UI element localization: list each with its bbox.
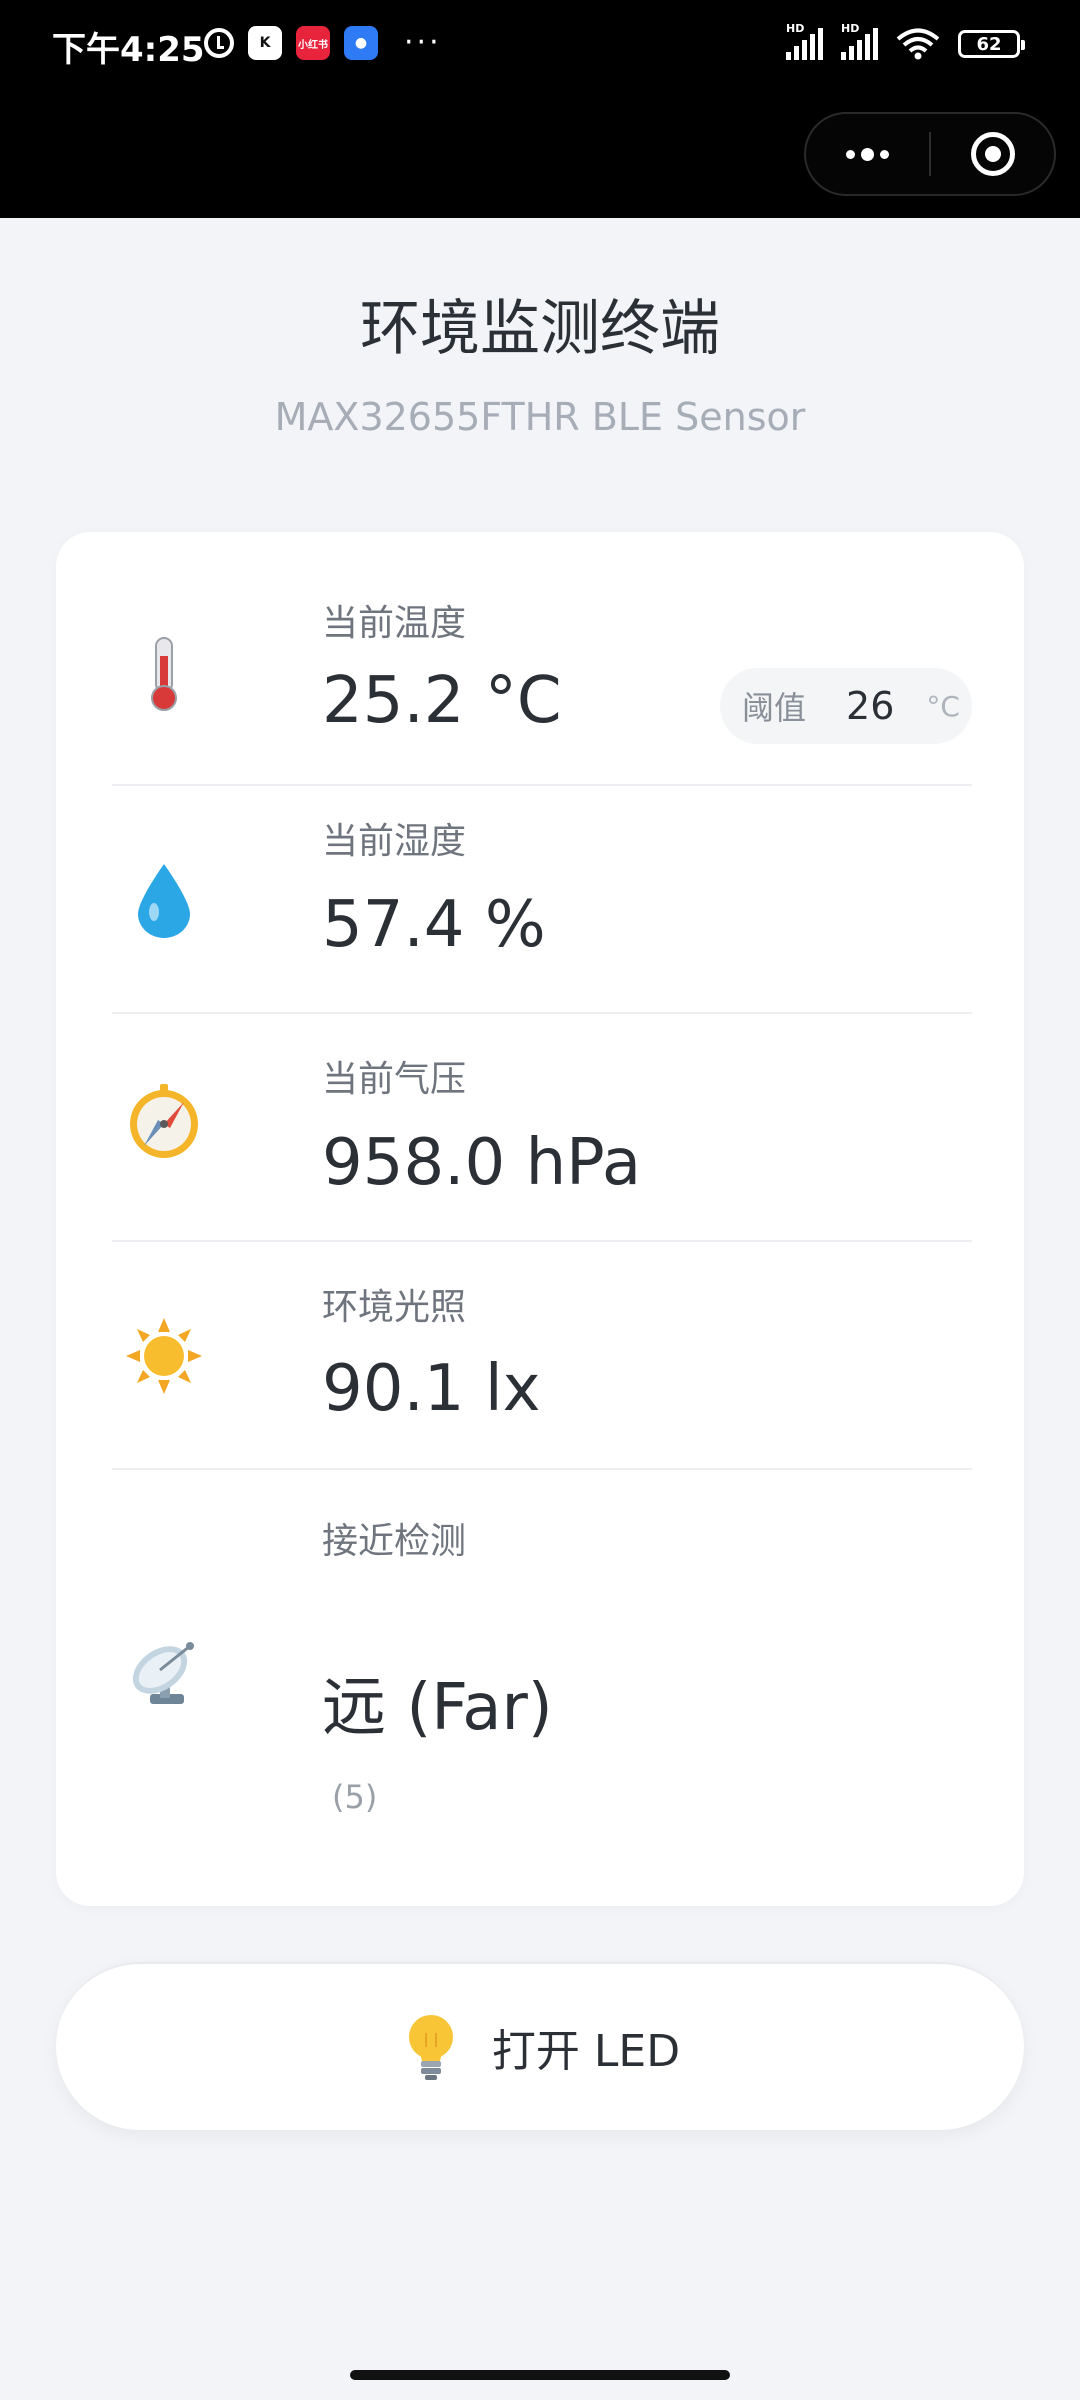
xiaohongshu-icon: 小红书 <box>296 26 330 60</box>
threshold-value: 26 <box>846 684 895 728</box>
light-label: 环境光照 <box>322 1287 467 1328</box>
wifi-icon <box>896 28 940 60</box>
temperature-value: 25.2 °C <box>322 664 562 738</box>
thermometer-icon <box>151 637 177 711</box>
system-icons: HD HD 62 <box>786 22 1025 60</box>
status-time: 下午4:25 <box>52 30 205 70</box>
pressure-label: 当前气压 <box>322 1059 467 1100</box>
humidity-row: 当前湿度 57.4 % <box>112 784 972 1014</box>
app-blue-icon: ● <box>344 26 378 60</box>
sun-icon <box>126 1318 202 1394</box>
page-title: 环境监测终端 <box>360 294 720 364</box>
proximity-value: 远 (Far) <box>322 1671 553 1745</box>
miniprogram-capsule <box>804 112 1056 196</box>
temperature-threshold-field[interactable]: 阈值 26 °C <box>720 668 972 744</box>
more-notifications-icon: ··· <box>404 25 442 60</box>
more-menu-button[interactable] <box>806 114 929 194</box>
humidity-label: 当前湿度 <box>322 821 467 862</box>
temperature-label: 当前温度 <box>322 603 467 644</box>
signal-icon-1: HD <box>786 22 823 60</box>
app-k-icon: K <box>248 26 282 60</box>
page-subtitle: MAX32655FTHR BLE Sensor <box>274 395 806 439</box>
battery-icon: 62 <box>958 30 1025 58</box>
threshold-unit: °C <box>926 689 960 723</box>
sensor-card: 当前温度 25.2 °C 阈值 26 °C 当前湿度 57.4 % 当前气压 9… <box>56 532 1024 1906</box>
proximity-raw-value: (5) <box>332 1778 378 1816</box>
notification-icons: K 小红书 ● ··· <box>204 26 442 60</box>
proximity-label: 接近检测 <box>322 1521 467 1562</box>
toggle-led-button[interactable]: 打开 LED <box>56 1962 1024 2130</box>
threshold-label: 阈值 <box>742 689 807 727</box>
humidity-value: 57.4 % <box>322 888 546 962</box>
light-row: 环境光照 90.1 lx <box>112 1240 972 1470</box>
close-miniprogram-button[interactable] <box>931 114 1054 194</box>
home-indicator[interactable] <box>350 2370 730 2380</box>
temperature-row: 当前温度 25.2 °C 阈值 26 °C <box>112 532 972 786</box>
alarm-clock-icon <box>204 28 234 58</box>
target-icon <box>970 132 1015 176</box>
proximity-row: 接近检测 远 (Far) (5) <box>112 1468 972 1906</box>
more-dots-icon <box>846 147 889 161</box>
pressure-value: 958.0 hPa <box>322 1126 642 1200</box>
led-button-label: 打开 LED <box>491 2026 681 2077</box>
droplet-icon <box>138 864 190 938</box>
status-bar: 下午4:25 K 小红书 ● ··· HD HD 62 <box>0 0 1080 218</box>
pressure-row: 当前气压 958.0 hPa <box>112 1012 972 1242</box>
signal-icon-2: HD <box>841 22 878 60</box>
satellite-dish-icon <box>132 1642 194 1704</box>
light-value: 90.1 lx <box>322 1352 541 1426</box>
compass-icon <box>130 1084 198 1158</box>
light-bulb-icon <box>408 2015 453 2080</box>
